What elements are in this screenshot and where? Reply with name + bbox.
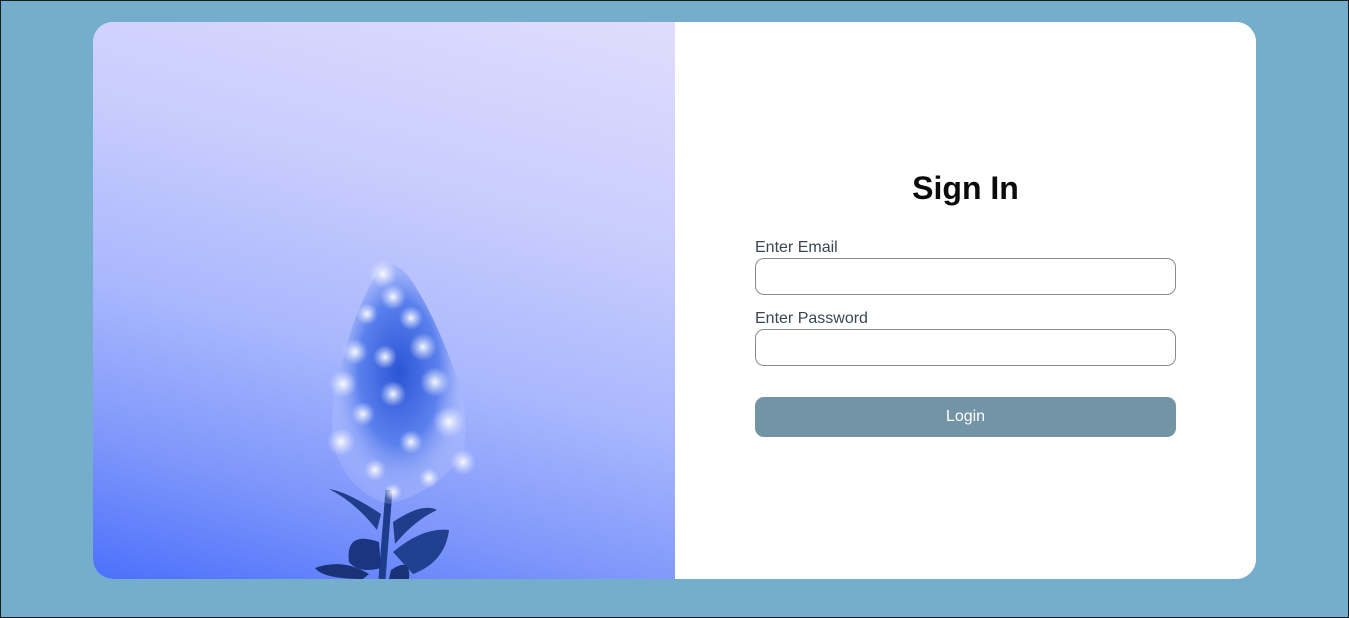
hero-photo	[93, 22, 675, 579]
sign-in-panel: Sign In Enter Email Enter Password Login	[675, 22, 1256, 579]
email-field[interactable]	[755, 258, 1176, 295]
login-card: Sign In Enter Email Enter Password Login	[93, 22, 1256, 579]
flower-photo-icon	[315, 260, 476, 579]
login-button[interactable]: Login	[755, 397, 1176, 437]
page-background: Sign In Enter Email Enter Password Login	[0, 0, 1349, 618]
password-field[interactable]	[755, 329, 1176, 366]
page-title: Sign In	[912, 170, 1019, 206]
email-label: Enter Email	[755, 239, 838, 256]
password-label: Enter Password	[755, 310, 868, 327]
